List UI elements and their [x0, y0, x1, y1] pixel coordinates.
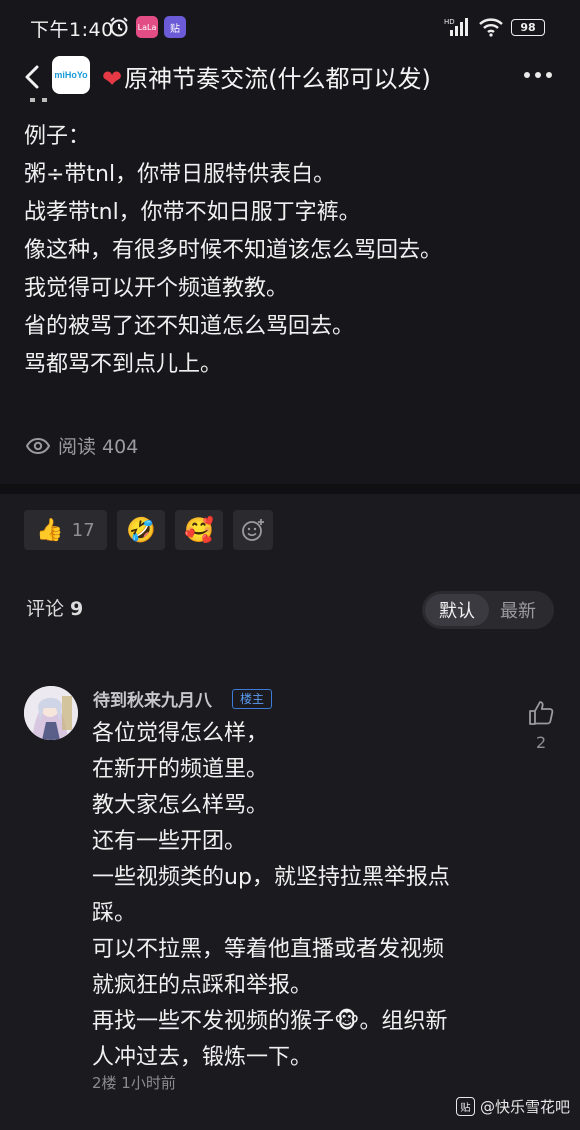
smiling-hearts-reaction-button[interactable]: 🥰: [175, 510, 223, 550]
comment-line: 一些视频类的up，就坚持拉黑举报点: [92, 865, 450, 890]
comments-label: 评论: [26, 598, 65, 620]
comment-line: 就疯狂的点踩和举报。: [92, 973, 313, 998]
smiling-hearts-emoji-icon: 🥰: [184, 516, 214, 544]
forum-logo[interactable]: miHoYo: [52, 56, 90, 94]
avatar[interactable]: [24, 686, 78, 740]
comments-count: 9: [70, 598, 84, 620]
post-line: 骂都骂不到点儿上。: [24, 352, 223, 377]
eye-icon: [26, 437, 50, 454]
post-text: 例子： 粥÷带tnl，你带日服特供表白。 战孝带tnl，你带不如日服丁字裤。 像…: [24, 118, 442, 384]
comment-line: 还有一些开团。: [92, 829, 247, 854]
comment-line: 可以不拉黑，等着他直播或者发视频: [92, 937, 445, 962]
thumbs-up-icon[interactable]: [526, 698, 556, 728]
thumbs-up-reaction-button[interactable]: 👍 17: [24, 510, 107, 550]
app-notification-icon: LaLa: [136, 16, 158, 38]
comment-line: 踩。: [92, 901, 137, 926]
view-count-label: 阅读 404: [58, 436, 139, 458]
rolling-laughing-emoji-icon: 🤣: [126, 516, 156, 544]
heart-icon: ❤: [102, 65, 123, 93]
comment-text: 各位觉得怎么样， 在新开的频道里。 教大家怎么样骂。 还有一些开团。 一些视频类…: [92, 716, 512, 1076]
watermark: 贴 @快乐雪花吧: [455, 1096, 570, 1117]
add-emoji-icon: [242, 519, 264, 541]
more-menu-button[interactable]: [524, 72, 552, 78]
add-reaction-button[interactable]: [233, 510, 273, 550]
comment-line: 在新开的频道里。: [92, 757, 269, 782]
comment-line: 教大家怎么样骂。: [92, 793, 269, 818]
comment-username[interactable]: 待到秋来九月八: [93, 686, 212, 711]
watermark-text: @快乐雪花吧: [479, 1098, 570, 1116]
comment-like-count: 2: [536, 733, 547, 752]
comments-header: 评论 9: [26, 594, 83, 621]
post-line: 像这种，有很多时候不知道该怎么骂回去。: [24, 238, 443, 263]
comment-line: 各位觉得怎么样，: [92, 721, 269, 746]
view-count: 阅读 404: [26, 432, 138, 459]
battery-indicator: 98: [511, 19, 545, 36]
status-time: 下午1:40: [30, 19, 114, 41]
comment-line: 人冲过去，锻炼一下。: [92, 1045, 313, 1070]
alarm-icon: [110, 17, 128, 37]
op-badge: 楼主: [232, 689, 273, 709]
comment-line: 再找一些不发视频的猴子🐵。组织新: [92, 1009, 448, 1034]
back-arrow-icon[interactable]: [20, 62, 46, 92]
forum-title[interactable]: ❤原神节奏交流(什么都可以发): [102, 59, 431, 94]
laughing-crying-reaction-button[interactable]: 🤣: [117, 510, 165, 550]
wifi-icon: [479, 18, 503, 37]
tieba-logo-icon: 贴: [455, 1097, 475, 1116]
tieba-notification-icon: 贴: [164, 16, 186, 38]
forum-title-text: 原神节奏交流(什么都可以发): [124, 65, 431, 93]
comment-item: 待到秋来九月八 楼主 2 各位觉得怎么样， 在新开的频道里。 教大家怎么样骂。 …: [0, 644, 580, 1130]
thumbs-up-count: 17: [71, 519, 95, 541]
sort-toggle: 默认 最新: [422, 591, 554, 629]
post-line: 省的被骂了还不知道怎么骂回去。: [24, 314, 355, 339]
post-line: 例子：: [24, 124, 91, 149]
clipped-text-fragment: [30, 98, 47, 102]
reactions-bar: 👍 17 🤣 🥰 评论 9 默认 最新: [0, 494, 580, 644]
svg-text:HD: HD: [444, 18, 455, 26]
signal-icon: HD: [444, 18, 468, 36]
anime-avatar-image: [24, 686, 78, 740]
status-bar: 下午1:40 LaLa 贴 HD 98: [0, 0, 580, 54]
post-line: 我觉得可以开个频道教教。: [24, 276, 289, 301]
post-line: 粥÷带tnl，你带日服特供表白。: [24, 162, 336, 187]
comment-meta: 2楼 1小时前: [92, 1074, 176, 1092]
top-bar: miHoYo ❤原神节奏交流(什么都可以发): [0, 54, 580, 102]
sort-latest-button[interactable]: 最新: [492, 594, 544, 626]
post-content: 例子： 粥÷带tnl，你带日服特供表白。 战孝带tnl，你带不如日服丁字裤。 像…: [0, 98, 580, 484]
section-divider: [0, 484, 580, 494]
post-line: 战孝带tnl，你带不如日服丁字裤。: [24, 200, 361, 225]
sort-default-button[interactable]: 默认: [425, 594, 489, 626]
thumbs-up-emoji-icon: 👍: [36, 517, 64, 543]
